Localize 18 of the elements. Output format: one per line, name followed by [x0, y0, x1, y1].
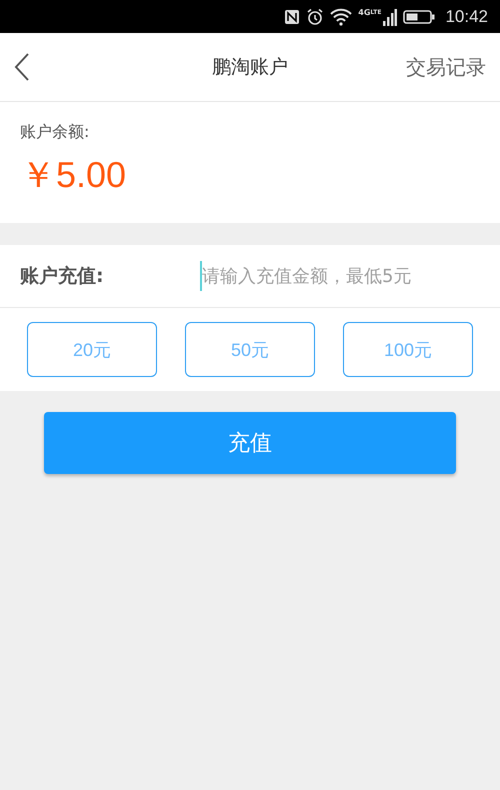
- recharge-button[interactable]: 充值: [44, 412, 456, 474]
- network-type: 4G: [358, 8, 370, 16]
- balance-label: 账户余额:: [20, 122, 90, 143]
- transaction-history-link[interactable]: 交易记录: [406, 54, 486, 80]
- amount-option-button[interactable]: 50元: [185, 322, 315, 377]
- amount-option-button[interactable]: 100元: [343, 322, 473, 377]
- signal-icon: [383, 8, 398, 26]
- page-title: 鹏淘账户: [211, 55, 289, 80]
- alarm-clock-icon: [306, 8, 324, 26]
- battery-icon: [403, 8, 436, 24]
- amount-option-button[interactable]: 20元: [27, 322, 157, 377]
- chevron-left-icon: [14, 53, 30, 81]
- balance-amount: ￥5.00: [20, 153, 126, 197]
- recharge-label: 账户充值:: [20, 264, 105, 289]
- nfc-icon: [284, 8, 300, 24]
- wifi-icon: [330, 8, 352, 26]
- back-button[interactable]: [14, 53, 30, 81]
- clock-time: 10:42: [445, 6, 488, 26]
